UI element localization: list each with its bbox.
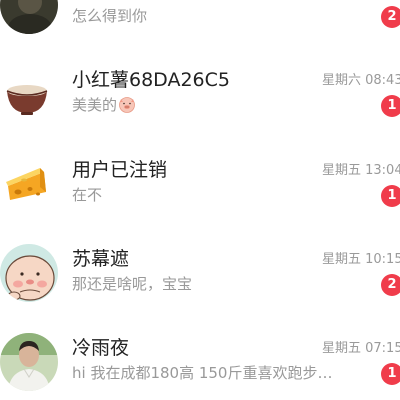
dark-photo-avatar[interactable] [0, 0, 58, 34]
unread-badge: 2 [381, 6, 400, 28]
bowl-icon[interactable] [0, 65, 58, 123]
message-preview: 那还是啥呢，宝宝 [72, 275, 193, 293]
unread-badge: 1 [381, 363, 400, 385]
unread-badge: 2 [381, 274, 400, 296]
conversation-row[interactable]: 用户已注销 星期五 13:04 在不 1 [0, 147, 400, 236]
unread-badge: 1 [381, 95, 400, 117]
conversation-name: 苏幕遮 [72, 248, 130, 270]
conversation-list: 怎么得到你 2 小红薯68DA26C5 星期六 08:43 美美的 1 用户已注… [0, 0, 400, 400]
message-preview: 美美的 [72, 96, 118, 114]
conversation-row[interactable]: 怎么得到你 2 [0, 0, 400, 57]
message-preview: 怎么得到你 [72, 7, 148, 25]
message-preview: hi 我在成都180高 150斤重喜欢跑步… [72, 364, 333, 382]
cartoon-character-avatar[interactable] [0, 244, 58, 302]
conversation-row[interactable]: 小红薯68DA26C5 星期六 08:43 美美的 1 [0, 57, 400, 146]
conversation-time: 星期五 07:15 [322, 341, 400, 356]
conversation-time: 星期五 10:15 [322, 252, 400, 267]
pig-face-emoji-icon [118, 95, 136, 117]
message-preview-container: 美美的 [72, 94, 136, 117]
conversation-name: 小红薯68DA26C5 [72, 69, 231, 91]
conversation-row[interactable]: 冷雨夜 星期五 07:15 hi 我在成都180高 150斤重喜欢跑步… 1 [0, 325, 400, 400]
cheese-icon[interactable] [0, 155, 58, 213]
conversation-time: 星期五 13:04 [322, 163, 400, 178]
person-photo-avatar[interactable] [0, 333, 58, 391]
conversation-time: 星期六 08:43 [322, 73, 400, 88]
conversation-row[interactable]: 苏幕遮 星期五 10:15 那还是啥呢，宝宝 2 [0, 236, 400, 325]
conversation-name: 冷雨夜 [72, 337, 130, 359]
message-preview: 在不 [72, 186, 103, 204]
conversation-name: 用户已注销 [72, 159, 168, 181]
unread-badge: 1 [381, 185, 400, 207]
